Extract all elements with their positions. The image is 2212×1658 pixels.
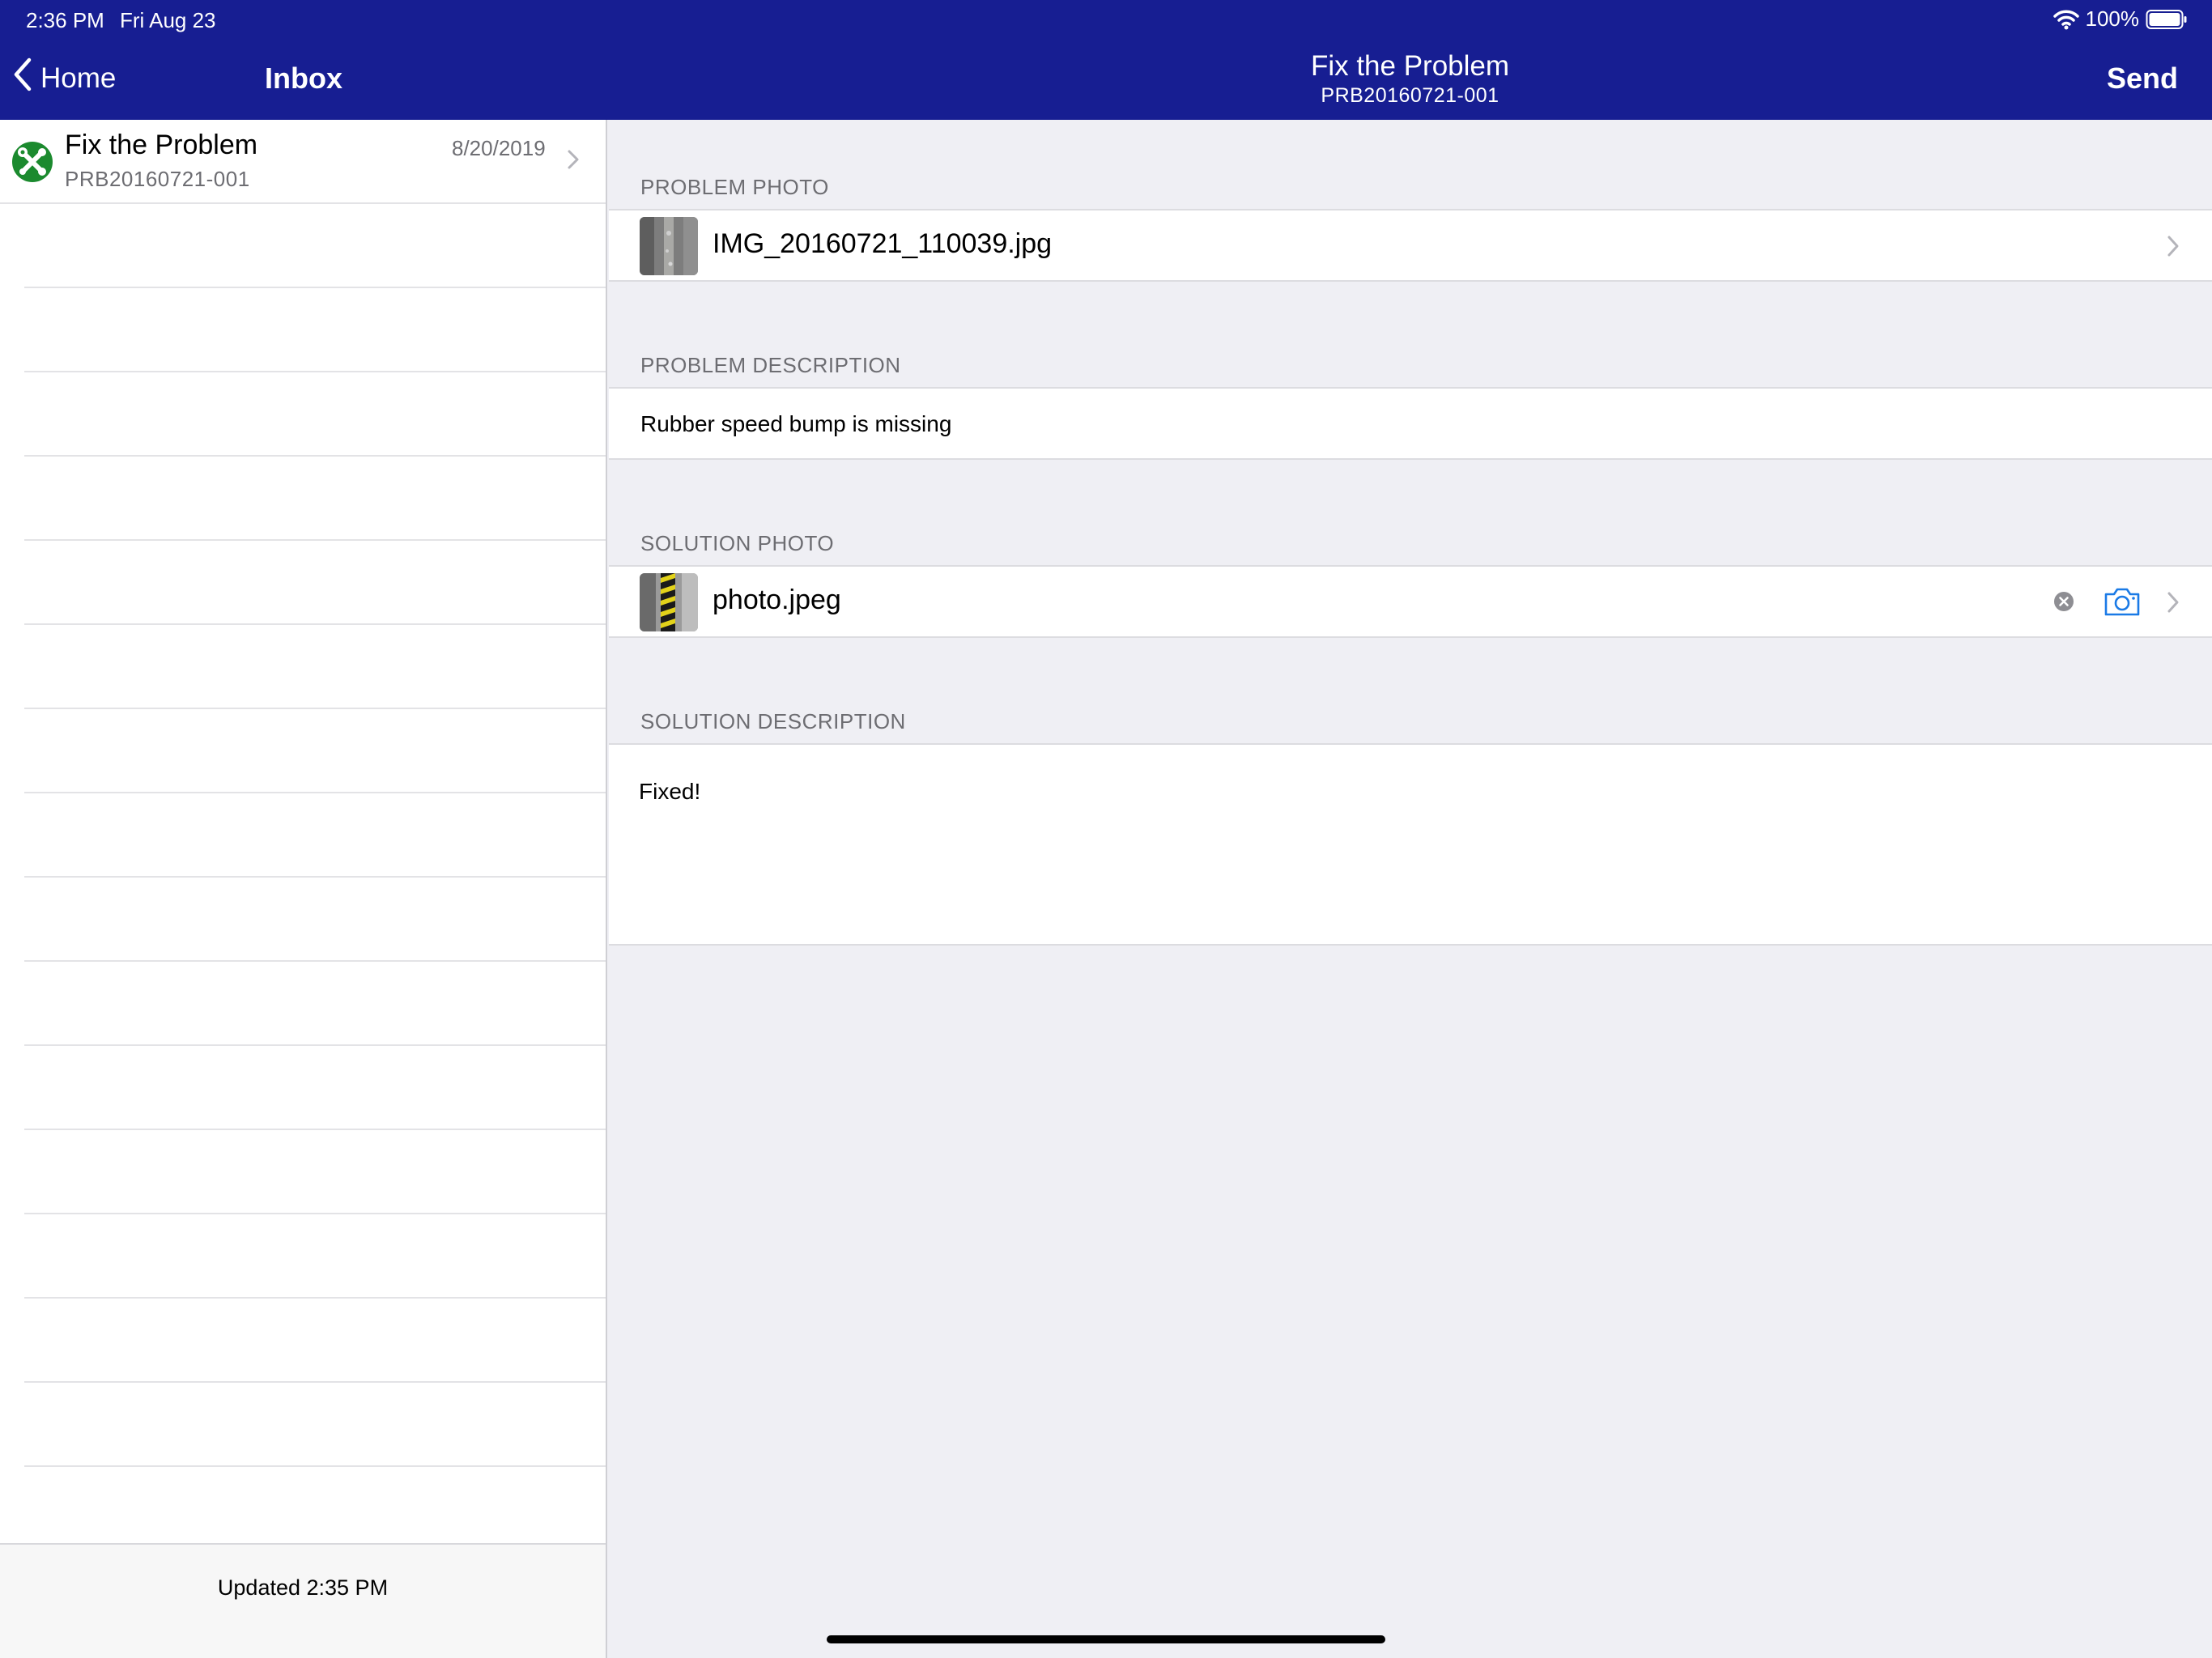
- list-separator: [24, 1465, 606, 1467]
- list-separator: [24, 792, 606, 793]
- problem-photo-thumbnail: [640, 217, 698, 275]
- problem-description-cell: Rubber speed bump is missing: [609, 387, 2212, 460]
- battery-icon: [2146, 9, 2188, 30]
- clear-icon[interactable]: [2053, 591, 2074, 616]
- inbox-list: Fix the Problem PRB20160721-001 8/20/201…: [0, 120, 607, 1658]
- home-indicator[interactable]: [827, 1635, 1385, 1643]
- navigation-bar: 2:36 PM Fri Aug 23 100% Home Inbox Fix t…: [0, 0, 2212, 120]
- status-date: Fri Aug 23: [120, 8, 216, 32]
- list-separator: [24, 960, 606, 962]
- list-footer: Updated 2:35 PM: [0, 1543, 606, 1658]
- wifi-icon: [2052, 9, 2079, 30]
- chevron-right-icon: [567, 149, 580, 174]
- list-separator: [24, 371, 606, 372]
- detail-subtitle: PRB20160721-001: [1321, 84, 1499, 107]
- list-separator: [24, 287, 606, 288]
- solution-description-field[interactable]: Fixed!: [609, 743, 2212, 946]
- problem-photo-cell[interactable]: IMG_20160721_110039.jpg: [609, 209, 2212, 282]
- list-separator: [24, 1213, 606, 1214]
- updated-timestamp: Updated 2:35 PM: [217, 1575, 389, 1600]
- problem-photo-filename: IMG_20160721_110039.jpg: [713, 228, 1053, 259]
- camera-icon[interactable]: [2104, 586, 2141, 621]
- list-separator: [24, 623, 606, 625]
- solution-description-header: SOLUTION DESCRIPTION: [640, 709, 906, 733]
- list-item[interactable]: Fix the Problem PRB20160721-001 8/20/201…: [0, 120, 606, 204]
- list-separator: [24, 1297, 606, 1299]
- battery-percentage: 100%: [2085, 6, 2140, 31]
- problem-description-header: PROBLEM DESCRIPTION: [640, 353, 901, 377]
- inbox-title: Inbox: [265, 62, 342, 95]
- list-separator: [24, 708, 606, 709]
- solution-description-text[interactable]: Fixed!: [639, 779, 700, 805]
- tools-icon: [11, 141, 53, 183]
- problem-description-text: Rubber speed bump is missing: [640, 411, 952, 436]
- detail-title: Fix the Problem: [1310, 50, 1510, 82]
- send-button[interactable]: Send: [2107, 62, 2178, 96]
- list-separator: [24, 1381, 606, 1383]
- list-separator: [24, 876, 606, 878]
- list-separator: [24, 1129, 606, 1130]
- item-subtitle: PRB20160721-001: [65, 167, 250, 191]
- solution-photo-thumbnail: [640, 573, 698, 631]
- list-separator: [24, 539, 606, 541]
- solution-photo-cell[interactable]: photo.jpeg: [609, 565, 2212, 638]
- item-title: Fix the Problem: [65, 130, 258, 160]
- solution-photo-header: SOLUTION PHOTO: [640, 531, 835, 555]
- chevron-right-icon: [2167, 591, 2180, 618]
- status-time: 2:36 PM: [26, 8, 104, 32]
- problem-photo-header: PROBLEM PHOTO: [640, 175, 829, 199]
- status-indicators: 100%: [2052, 6, 2189, 32]
- list-separator: [24, 455, 606, 457]
- item-date: 8/20/2019: [452, 136, 546, 160]
- list-separator: [24, 1044, 606, 1046]
- chevron-right-icon: [2167, 235, 2180, 261]
- solution-photo-filename: photo.jpeg: [713, 585, 841, 615]
